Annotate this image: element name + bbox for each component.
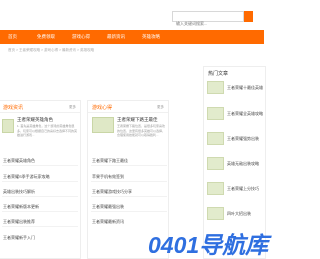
right-list-item[interactable]: 王者荣耀十最佳英雄 bbox=[227, 85, 263, 91]
right-item-thumbnail[interactable] bbox=[207, 81, 224, 94]
left-list-item[interactable]: 王者荣耀英雄角色 bbox=[3, 158, 35, 164]
left-card-title: 游戏资讯 bbox=[3, 105, 24, 111]
nav-item-news[interactable]: 最新资讯 bbox=[107, 30, 125, 44]
nav-item-heroes[interactable]: 英雄攻略 bbox=[142, 30, 160, 44]
middle-card-title: 游戏心得 bbox=[92, 105, 113, 111]
middle-list-item[interactable]: 王者荣耀最强出装 bbox=[92, 204, 124, 210]
right-item-thumbnail[interactable] bbox=[207, 132, 224, 145]
right-list-item[interactable]: 四叶大招出装 bbox=[227, 211, 251, 217]
left-feature-title[interactable]: 王者荣耀英雄角色 bbox=[17, 117, 53, 123]
nav-item-home[interactable]: 首页 bbox=[8, 30, 17, 44]
middle-card-header: 游戏心得 更多 bbox=[88, 101, 168, 113]
left-list-item[interactable]: 王者荣耀出装推荐 bbox=[3, 219, 35, 225]
middle-feature-thumbnail[interactable] bbox=[92, 117, 114, 133]
right-card-header: 热门文章 bbox=[204, 67, 265, 79]
search-input[interactable] bbox=[173, 19, 243, 28]
divider bbox=[91, 165, 167, 166]
left-list-item[interactable]: 英雄出装技巧解析 bbox=[3, 189, 35, 195]
right-card-title: 热门文章 bbox=[208, 71, 229, 77]
middle-feature-desc: 王者荣耀下路位置，是很多玩家喜欢的位置，这里有很多英雄可以选择，合理使用技能就可… bbox=[117, 124, 166, 137]
nav-item-tips[interactable]: 游戏心得 bbox=[72, 30, 90, 44]
breadcrumb: 首页 > 王者荣耀攻略 > 游戏心得 > 最新资讯 > 英雄攻略 bbox=[8, 48, 94, 52]
divider bbox=[2, 226, 78, 227]
left-list-item[interactable]: 王者荣耀S季手游玩家攻略 bbox=[3, 174, 50, 180]
nav-bar: 首页 免费领取 游戏心得 最新资讯 英雄攻略 bbox=[0, 30, 264, 44]
middle-card-more-link[interactable]: 更多 bbox=[157, 105, 164, 110]
left-card-more-link[interactable]: 更多 bbox=[69, 105, 76, 110]
left-feature-desc: 1. 首先是英雄角色，这个游戏的英雄角色很多，玩家可以根据自己的喜好去选择不同的… bbox=[17, 124, 78, 137]
divider bbox=[2, 196, 78, 197]
middle-list-item[interactable]: 苹果手机有效签到 bbox=[92, 174, 124, 180]
right-item-thumbnail[interactable] bbox=[207, 107, 224, 120]
middle-list-item[interactable]: 王者荣耀下路王最佳 bbox=[92, 158, 128, 164]
search-button[interactable] bbox=[244, 11, 253, 22]
middle-list-item[interactable]: 王者荣耀游戏技巧分享 bbox=[92, 189, 132, 195]
right-list-item[interactable]: 王者荣耀全英雄攻略 bbox=[227, 111, 263, 117]
divider bbox=[91, 196, 167, 197]
right-list-item[interactable]: 英雄无敌出装攻略 bbox=[227, 161, 259, 167]
middle-list-item[interactable]: 王者荣耀最新资讯 bbox=[92, 219, 124, 225]
right-item-thumbnail[interactable] bbox=[207, 207, 224, 220]
left-feature-thumbnail[interactable] bbox=[2, 119, 14, 133]
divider bbox=[2, 165, 78, 166]
middle-feature-title[interactable]: 王者荣耀下路王最佳 bbox=[117, 117, 158, 123]
left-list-item[interactable]: 王者荣耀新手入门 bbox=[3, 235, 35, 241]
left-card-header: 游戏资讯 更多 bbox=[0, 101, 80, 113]
watermark-text: 0401导航库 bbox=[148, 232, 269, 258]
divider bbox=[91, 181, 167, 182]
right-list-item[interactable]: 王者荣耀上分技巧 bbox=[227, 186, 259, 192]
nav-item-free[interactable]: 免费领取 bbox=[37, 30, 55, 44]
top-bar bbox=[0, 0, 264, 30]
right-item-thumbnail[interactable] bbox=[207, 182, 224, 195]
search-box bbox=[172, 11, 244, 28]
divider bbox=[2, 211, 78, 212]
right-list-item[interactable]: 王者荣耀强势出装 bbox=[227, 136, 259, 142]
left-card: 游戏资讯 更多 王者荣耀英雄角色 1. 首先是英雄角色，这个游戏的英雄角色很多，… bbox=[0, 100, 81, 259]
divider bbox=[91, 211, 167, 212]
right-item-thumbnail[interactable] bbox=[207, 157, 224, 170]
left-list-item[interactable]: 王者荣耀新版本更新 bbox=[3, 204, 39, 210]
divider bbox=[2, 181, 78, 182]
